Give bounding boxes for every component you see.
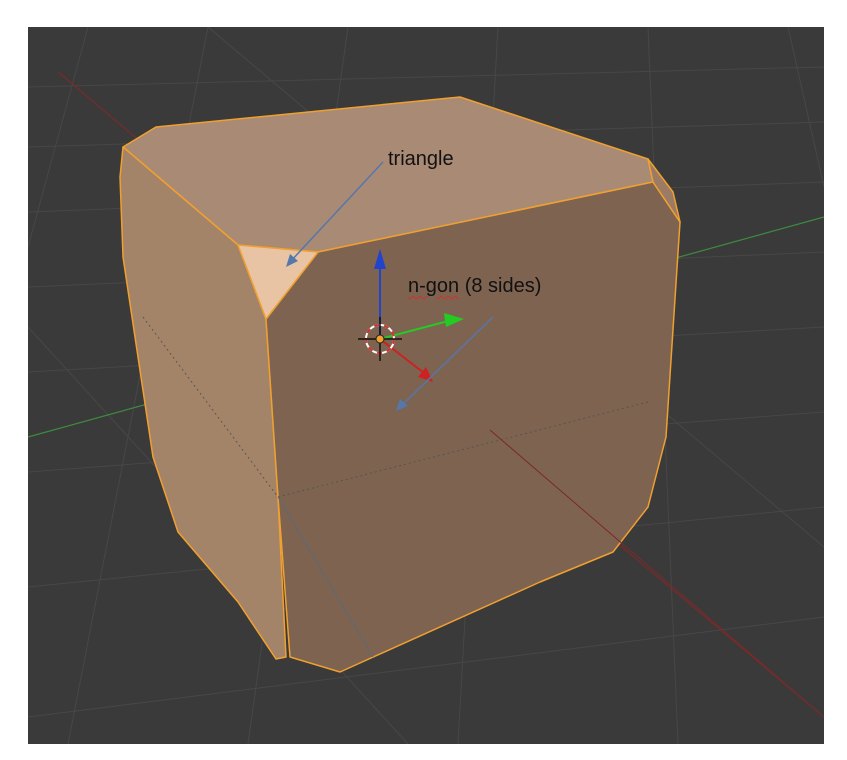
viewport-canvas[interactable] [28,27,824,744]
3d-viewport[interactable]: triangle n-gon (8 sides) [28,27,824,744]
ngon-sides: (8 sides) [459,275,542,297]
front-face[interactable] [265,181,681,673]
triangle-label: triangle [388,148,454,170]
mesh-object[interactable] [119,96,681,673]
ngon-word: n-gon [408,275,460,297]
ngon-label: n-gon (8 sides) [408,275,541,298]
